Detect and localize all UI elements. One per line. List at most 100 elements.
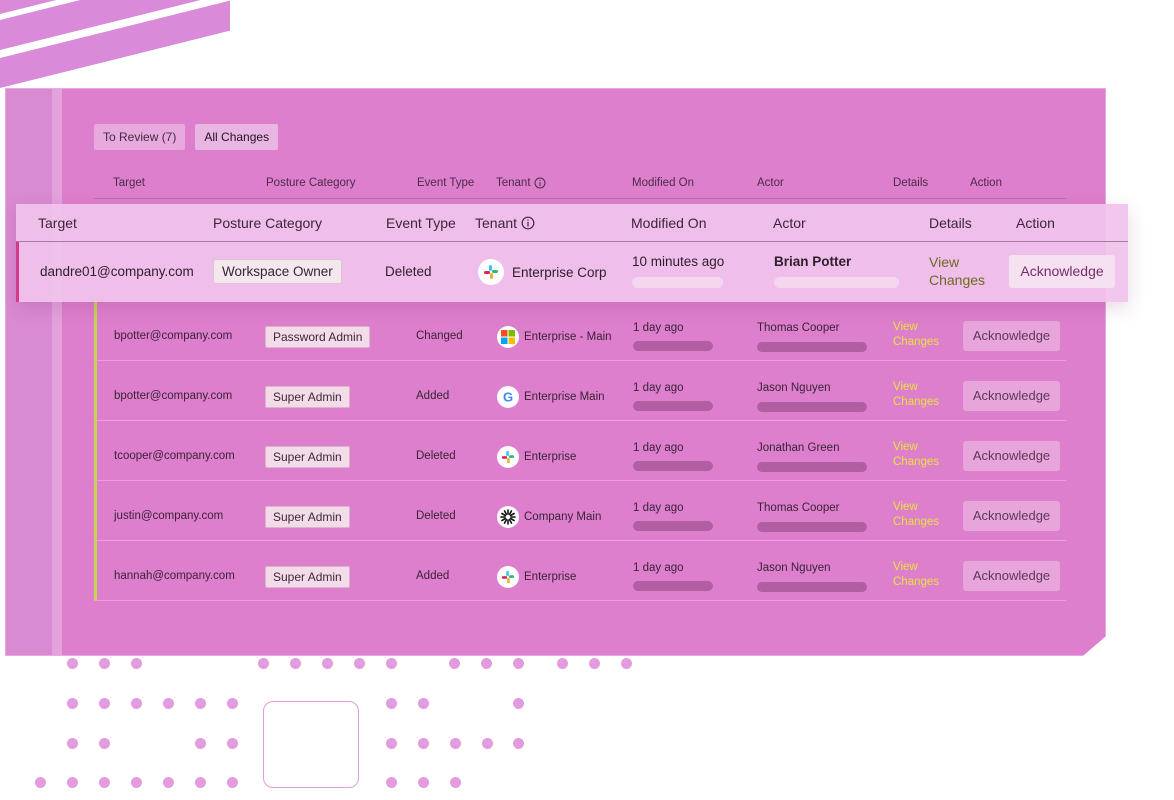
acknowledge-button[interactable]: Acknowledge (963, 501, 1060, 531)
decor-dot (131, 777, 142, 788)
tab-all-changes[interactable]: All Changes (195, 124, 279, 150)
decor-dot (449, 658, 460, 669)
posture-category-badge: Super Admin (265, 446, 350, 468)
microsoft-icon (497, 326, 519, 348)
decor-dot (195, 698, 206, 709)
modified-on: 1 day ago (633, 502, 684, 514)
col-details: Details (929, 215, 972, 231)
col-tenant: Tenant (475, 215, 535, 231)
view-changes-link[interactable]: View Changes (893, 380, 943, 410)
decor-dot (481, 658, 492, 669)
actor-name: Jason Nguyen (757, 382, 831, 394)
decor-dot (621, 658, 632, 669)
col-modified-on: Modified On (632, 177, 695, 189)
view-changes-link[interactable]: View Changes (893, 320, 943, 350)
table-row[interactable]: hannah@company.com Super Admin Added Ent… (94, 541, 1066, 601)
col-actor: Actor (757, 177, 784, 189)
event-type: Added (416, 390, 450, 402)
acknowledge-button[interactable]: Acknowledge (963, 321, 1060, 351)
decor-dot (418, 777, 429, 788)
decor-dot (195, 738, 206, 749)
target-email: hannah@company.com (114, 570, 235, 582)
tenant-cell: Enterprise (497, 446, 576, 468)
target-email: dandre01@company.com (40, 264, 194, 279)
actor-name: Thomas Cooper (757, 322, 840, 334)
tenant-cell: Company Main (497, 506, 601, 528)
decor-dot (386, 738, 397, 749)
col-target: Target (113, 177, 145, 189)
starburst-icon (497, 506, 519, 528)
decor-dot (386, 658, 397, 669)
target-email: bpotter@company.com (114, 330, 233, 342)
slack-icon (478, 259, 504, 285)
table-row-highlighted[interactable]: dandre01@company.com Workspace Owner Del… (16, 242, 1128, 302)
posture-category-label: Workspace Owner (213, 259, 342, 284)
tenant-cell: Enterprise - Main (497, 326, 612, 348)
decor-dot (557, 658, 568, 669)
tab-to-review[interactable]: To Review (7) (94, 124, 186, 150)
panel-left-band-inner (52, 88, 62, 656)
col-posture-category: Posture Category (213, 215, 322, 231)
loading-placeholder-bar (757, 342, 867, 352)
table-row[interactable]: tcooper@company.com Super Admin Deleted … (94, 421, 1066, 481)
view-changes-link[interactable]: View Changes (893, 440, 943, 470)
col-event-type: Event Type (417, 177, 475, 189)
loading-placeholder-bar (633, 401, 713, 411)
actor-name: Jonathan Green (757, 442, 840, 454)
tenant-name: Enterprise (524, 451, 577, 463)
event-type: Changed (416, 330, 463, 342)
table-row[interactable]: bpotter@company.com Password Admin Chang… (94, 301, 1066, 361)
panel-left-band (5, 88, 52, 656)
decor-dot (418, 698, 429, 709)
decor-dot (131, 658, 142, 669)
decor-dot (450, 738, 461, 749)
acknowledge-button[interactable]: Acknowledge (1009, 255, 1115, 288)
table-body: bpotter@company.com Password Admin Chang… (94, 301, 1066, 601)
posture-category-label: Super Admin (265, 506, 350, 528)
acknowledge-button[interactable]: Acknowledge (963, 561, 1060, 591)
posture-category-label: Super Admin (265, 386, 350, 408)
view-changes-link[interactable]: View Changes (893, 500, 943, 530)
table-row[interactable]: justin@company.com Super Admin Deleted C… (94, 481, 1066, 541)
event-type: Added (416, 570, 450, 582)
decor-dot (290, 658, 301, 669)
posture-category-label: Super Admin (265, 446, 350, 468)
loading-placeholder-bar (757, 582, 867, 592)
decor-dot (354, 658, 365, 669)
acknowledge-button[interactable]: Acknowledge (963, 381, 1060, 411)
target-email: bpotter@company.com (114, 390, 233, 402)
event-type: Deleted (416, 510, 456, 522)
col-event-type: Event Type (386, 215, 456, 231)
decor-dot (513, 738, 524, 749)
col-posture-category: Posture Category (266, 177, 356, 189)
table-header: Target Posture Category Event Type Tenan… (94, 177, 1066, 199)
tenant-cell: Enterprise Corp (478, 259, 607, 285)
decor-outline-box (263, 701, 359, 788)
col-action: Action (1016, 215, 1055, 231)
view-changes-link[interactable]: View Changes (929, 253, 989, 289)
decor-dot (589, 658, 600, 669)
loading-placeholder-bar (633, 461, 713, 471)
table-row[interactable]: bpotter@company.com Super Admin Added G … (94, 361, 1066, 421)
col-action: Action (970, 177, 1002, 189)
col-actor: Actor (773, 215, 806, 231)
tenant-name: Enterprise (524, 571, 577, 583)
modified-on: 1 day ago (633, 442, 684, 454)
decor-dot (67, 698, 78, 709)
decor-dot (513, 698, 524, 709)
decor-dot (99, 777, 110, 788)
loading-placeholder-bar (757, 522, 867, 532)
view-changes-link[interactable]: View Changes (893, 560, 943, 590)
posture-category-badge: Super Admin (265, 386, 350, 408)
slack-icon (497, 446, 519, 468)
tab-bar: To Review (7) All Changes (94, 124, 279, 150)
decor-dot (418, 738, 429, 749)
tenant-name: Company Main (524, 511, 602, 523)
actor-name: Jason Nguyen (757, 562, 831, 574)
decor-dot (67, 658, 78, 669)
info-icon[interactable] (534, 177, 546, 189)
info-icon[interactable] (521, 216, 535, 230)
decor-dot (386, 698, 397, 709)
acknowledge-button[interactable]: Acknowledge (963, 441, 1060, 471)
target-email: tcooper@company.com (114, 450, 235, 462)
